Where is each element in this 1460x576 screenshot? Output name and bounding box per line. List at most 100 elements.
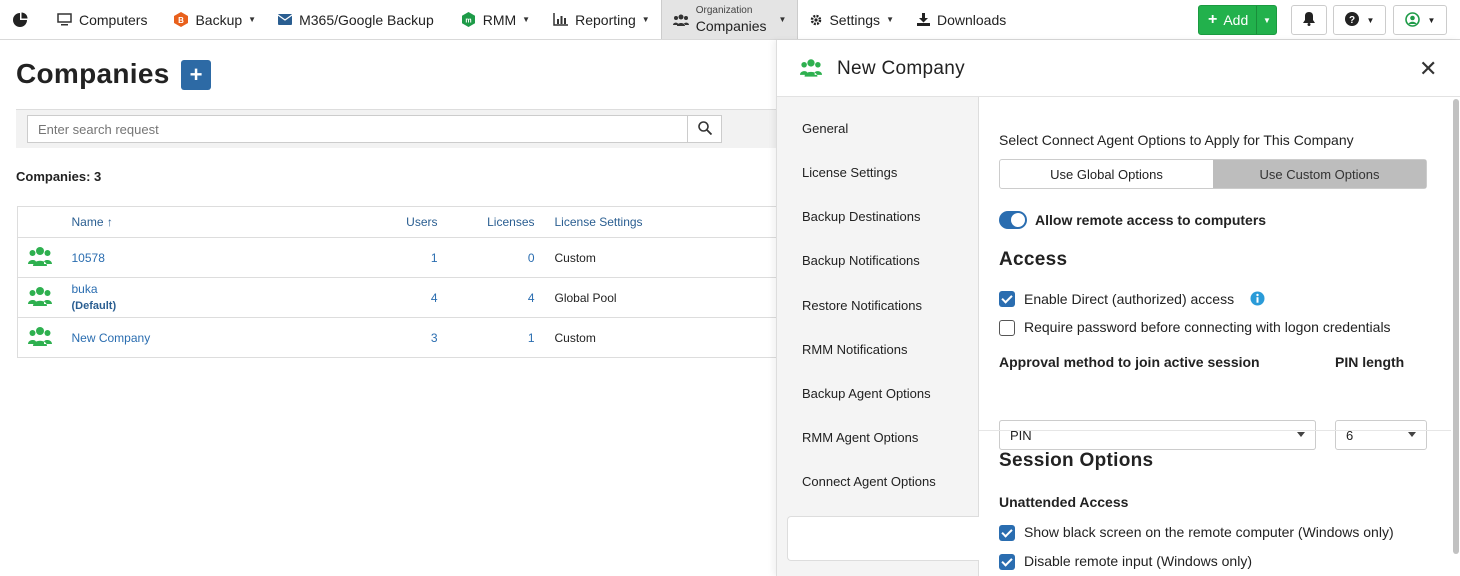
tab-license-settings[interactable]: License Settings: [802, 165, 897, 180]
scrollbar-thumb[interactable]: [1453, 99, 1459, 554]
enable-direct-access-label: Enable Direct (authorized) access: [1024, 291, 1235, 307]
unattended-access-heading: Unattended Access: [999, 494, 1129, 510]
require-password-checkbox[interactable]: [999, 320, 1015, 336]
chevron-down-icon: ▼: [778, 15, 787, 24]
plus-icon: +: [1208, 11, 1218, 28]
pin-length-label: PIN length: [1335, 354, 1405, 370]
pin-length-select[interactable]: 6: [1335, 420, 1427, 450]
nav-reporting[interactable]: Reporting ▼: [541, 0, 661, 39]
companies-count: Companies: 3: [16, 169, 102, 184]
nav-downloads[interactable]: Downloads: [905, 0, 1017, 39]
search-input[interactable]: [27, 115, 688, 143]
licenses-count[interactable]: 4: [437, 277, 535, 318]
black-screen-checkbox[interactable]: [999, 525, 1015, 541]
section-divider: [979, 430, 1451, 431]
company-icon: [800, 58, 822, 80]
column-header-users[interactable]: Users: [371, 206, 438, 238]
chevron-down-icon: ▼: [1427, 15, 1436, 25]
nav-rmm[interactable]: m RMM ▼: [445, 0, 541, 39]
close-icon[interactable]: ✕: [1419, 56, 1437, 82]
company-name-link[interactable]: 10578: [71, 237, 372, 278]
company-name-link[interactable]: buka (Default): [71, 277, 372, 318]
chevron-down-icon: ▼: [522, 15, 531, 24]
gear-icon: [810, 14, 822, 26]
disable-remote-input-checkbox[interactable]: [999, 554, 1015, 570]
use-custom-options-button[interactable]: Use Custom Options: [1213, 160, 1426, 188]
options-intro: Select Connect Agent Options to Apply fo…: [999, 132, 1354, 148]
chevron-down-icon: ▼: [1366, 15, 1375, 25]
companies-table: Name ↑ Users Licenses License Settings 1…: [17, 206, 777, 358]
users-count[interactable]: 3: [371, 317, 438, 358]
panel-title: New Company: [837, 58, 965, 79]
tab-general[interactable]: General: [802, 121, 848, 136]
table-row[interactable]: 10578 1 0 Custom: [17, 237, 777, 278]
tab-backup-agent-options[interactable]: Backup Agent Options: [802, 386, 931, 401]
help-button[interactable]: ? ▼: [1333, 5, 1386, 35]
svg-text:m: m: [465, 18, 471, 25]
enable-direct-access-checkbox[interactable]: [999, 291, 1015, 307]
licenses-count[interactable]: 0: [437, 237, 535, 278]
nav-backup[interactable]: B Backup ▼: [158, 0, 267, 39]
bell-icon: [1303, 12, 1315, 28]
search-button[interactable]: [687, 115, 722, 143]
envelope-icon: [278, 14, 293, 25]
black-screen-label: Show black screen on the remote computer…: [1024, 524, 1394, 540]
active-tab-background: [787, 516, 979, 561]
approval-method-select[interactable]: PIN: [999, 420, 1316, 450]
search-icon: [697, 120, 712, 138]
nav-organization-companies[interactable]: Organization Companies ▼: [660, 0, 799, 39]
tab-restore-notifications[interactable]: Restore Notifications: [802, 298, 922, 313]
bar-chart-icon: [553, 13, 569, 26]
allow-remote-access-toggle[interactable]: [999, 211, 1027, 229]
column-header-license-settings[interactable]: License Settings: [534, 206, 777, 238]
plus-icon: +: [189, 62, 203, 87]
license-settings-value: Global Pool: [534, 277, 777, 318]
add-company-button[interactable]: +: [181, 60, 211, 90]
licenses-count[interactable]: 1: [437, 317, 535, 358]
session-options-heading: Session Options: [999, 450, 1154, 471]
tab-rmm-notifications[interactable]: RMM Notifications: [802, 342, 907, 357]
nav-m365-google-backup[interactable]: M365/Google Backup: [267, 0, 445, 39]
chevron-down-icon: [1297, 432, 1305, 437]
users-count[interactable]: 1: [371, 237, 438, 278]
use-global-options-button[interactable]: Use Global Options: [1000, 160, 1213, 188]
info-icon[interactable]: [1250, 291, 1265, 309]
table-row[interactable]: buka (Default) 4 4 Global Pool: [17, 277, 777, 318]
nav-settings[interactable]: Settings ▼: [798, 0, 905, 39]
tab-backup-destinations[interactable]: Backup Destinations: [802, 209, 921, 224]
tab-connect-agent-options[interactable]: Connect Agent Options: [802, 474, 936, 489]
settings-tabs: General License Settings Backup Destinat…: [777, 97, 979, 576]
add-dropdown-toggle[interactable]: ▼: [1256, 6, 1277, 34]
users-count[interactable]: 4: [371, 277, 438, 318]
chevron-down-icon: ▼: [248, 15, 257, 24]
help-icon: ?: [1344, 12, 1359, 28]
chevron-down-icon: [1408, 432, 1416, 437]
tab-backup-notifications[interactable]: Backup Notifications: [802, 253, 920, 268]
chevron-down-icon: ▼: [886, 15, 894, 24]
panel-scrollbar[interactable]: [1451, 97, 1460, 576]
column-header-licenses[interactable]: Licenses: [437, 206, 535, 238]
page-title: Companies: [16, 58, 170, 89]
user-menu-button[interactable]: ▼: [1393, 5, 1447, 35]
backup-icon: B: [174, 12, 189, 27]
new-company-panel: New Company ✕ General License Settings B…: [776, 40, 1460, 576]
default-badge: (Default): [71, 299, 117, 312]
tab-rmm-agent-options[interactable]: RMM Agent Options: [802, 430, 918, 445]
allow-remote-access-label: Allow remote access to computers: [1035, 212, 1267, 228]
approval-method-label: Approval method to join active session: [999, 354, 1260, 370]
nav-computers[interactable]: Computers: [40, 0, 158, 39]
chevron-down-icon: ▼: [641, 15, 650, 24]
panel-header: New Company ✕: [777, 40, 1460, 97]
download-icon: [916, 13, 930, 26]
require-password-label: Require password before connecting with …: [1024, 319, 1391, 335]
user-avatar-icon: [1404, 11, 1420, 29]
column-header-name[interactable]: Name ↑: [71, 206, 372, 238]
add-button[interactable]: + Add ▼: [1198, 5, 1277, 35]
app-logo-icon[interactable]: [0, 0, 40, 39]
chevron-down-icon: ▼: [1263, 15, 1271, 25]
notifications-button[interactable]: [1291, 5, 1327, 35]
company-name-link[interactable]: New Company: [71, 317, 372, 358]
company-icon: [17, 237, 72, 278]
license-settings-value: Custom: [534, 317, 777, 358]
table-row[interactable]: New Company 3 1 Custom: [17, 317, 777, 358]
